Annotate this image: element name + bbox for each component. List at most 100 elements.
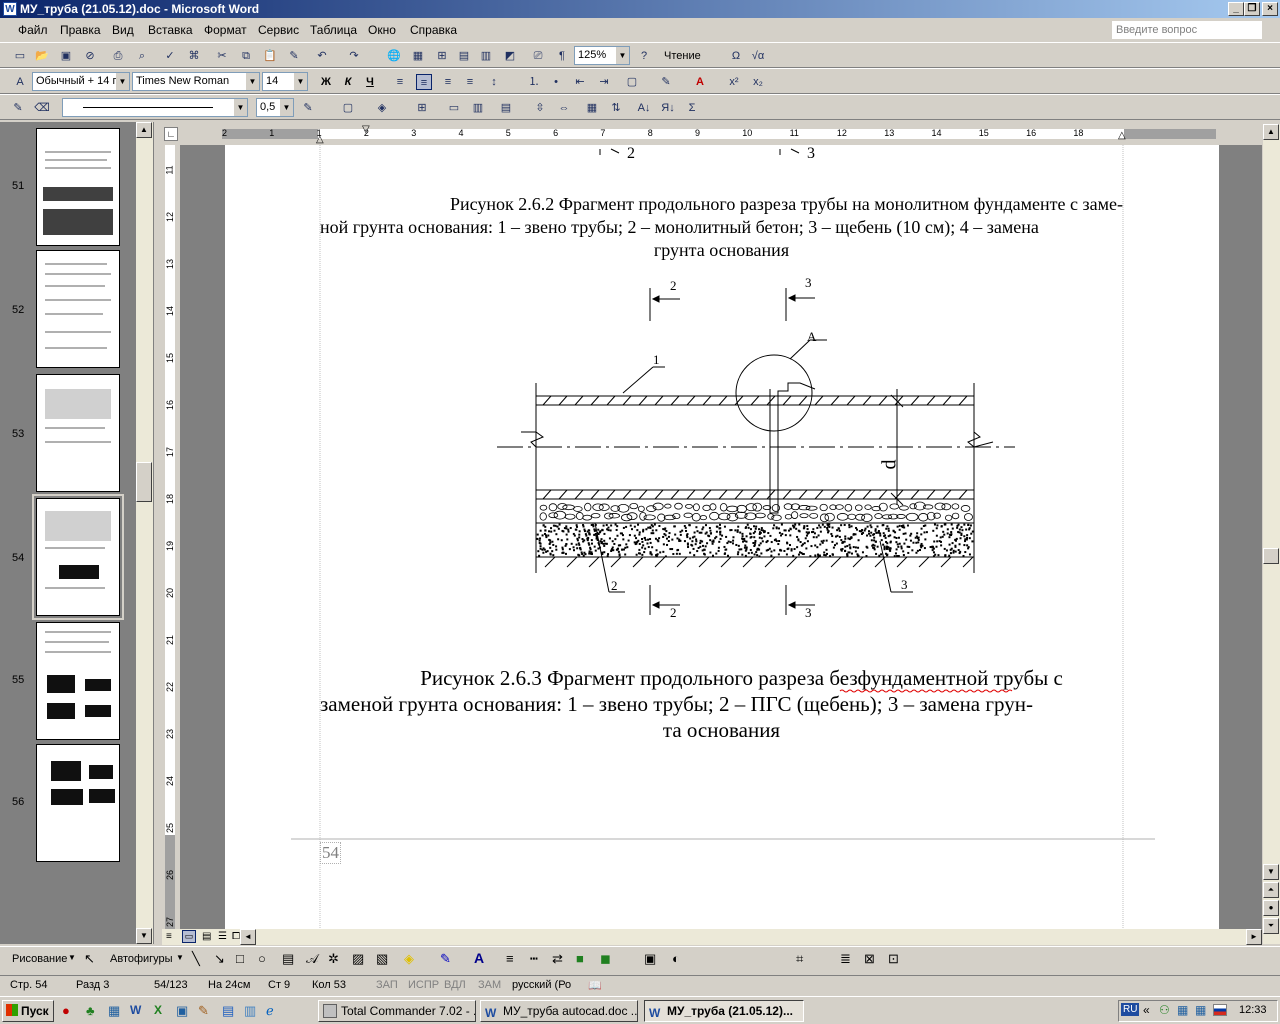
compress-icon[interactable]: ⊠ [864, 951, 875, 967]
print-icon[interactable]: ⎙ [110, 48, 126, 64]
menu-edit[interactable]: Правка [60, 23, 101, 37]
drawing-menu-button[interactable]: Рисование [12, 953, 67, 965]
omega-symbol-icon[interactable]: Ω [728, 48, 744, 64]
line-style-combo[interactable]: ▼ [62, 98, 248, 117]
print-preview-icon[interactable]: ⌕ [134, 48, 150, 64]
format-painter-icon[interactable]: ✎ [286, 48, 302, 64]
oval-icon[interactable]: ○ [258, 951, 266, 966]
menu-table[interactable]: Таблица [310, 23, 357, 37]
task-word-autocad[interactable]: W МУ_труба autocad.doc ... [480, 1000, 638, 1022]
menu-view[interactable]: Вид [112, 23, 134, 37]
normal-view-icon[interactable]: ≡ [166, 931, 172, 942]
arrow-icon[interactable]: ↘ [214, 951, 225, 967]
font-color-icon[interactable]: A [474, 950, 484, 966]
line-icon[interactable]: ╲ [192, 951, 200, 967]
insert-excel-icon[interactable]: ▤ [456, 48, 472, 64]
font-combo[interactable]: Times New Roman ▼ [132, 72, 260, 91]
menu-file[interactable]: Файл [18, 23, 48, 37]
equation-icon[interactable]: √α [750, 48, 766, 64]
shading-color-icon[interactable]: ◈ [374, 100, 390, 116]
tables-borders-icon[interactable]: ▦ [410, 48, 426, 64]
menu-tools[interactable]: Сервис [258, 23, 299, 37]
quicklaunch-icon[interactable]: ✎ [198, 1003, 209, 1019]
task-total-commander[interactable]: Total Commander 7.02 - ... [318, 1000, 476, 1022]
line-style-icon[interactable]: ≡ [506, 951, 514, 966]
italic-button[interactable]: К [340, 74, 356, 90]
textbox-icon[interactable]: ▤ [282, 951, 294, 967]
scroll-left-icon[interactable]: ◄ [240, 929, 256, 945]
dash-style-icon[interactable]: ┅ [530, 951, 538, 967]
rectangle-icon[interactable]: □ [236, 951, 244, 966]
thumbnail-page-54[interactable] [32, 494, 124, 620]
thumbnail-page-56[interactable] [36, 744, 120, 862]
line-weight-icon[interactable]: ≣ [840, 951, 851, 967]
document-page[interactable]: 2 3 Рисунок 2.6.2 Фрагмент продольного р… [225, 145, 1219, 930]
language-indicator[interactable]: RU [1121, 1003, 1140, 1016]
scroll-thumb[interactable] [1263, 548, 1279, 564]
copy-icon[interactable]: ⧉ [238, 48, 254, 64]
vertical-scrollbar[interactable]: ▲ ▼ ⏶ ● ⏷ [1263, 124, 1280, 944]
outline-view-icon[interactable]: ☰ [218, 931, 227, 942]
menu-format[interactable]: Формат [204, 23, 247, 37]
styles-pane-icon[interactable]: A [12, 74, 28, 90]
previous-page-icon[interactable]: ⏶ [1263, 882, 1279, 898]
status-track-changes[interactable]: ИСПР [408, 979, 439, 991]
ask-question-input[interactable]: Введите вопрос [1112, 21, 1262, 39]
spelling-icon[interactable]: ✓ [162, 48, 178, 64]
align-right-icon[interactable]: ≡ [440, 74, 456, 90]
menu-help[interactable]: Справка [410, 23, 457, 37]
undo-icon[interactable]: ↶ [314, 48, 330, 64]
chevron-down-icon[interactable]: ▼ [616, 47, 629, 64]
status-extend[interactable]: ВДЛ [444, 979, 466, 991]
borders-icon[interactable]: ▢ [624, 74, 640, 90]
align-cell-icon[interactable]: ▤ [498, 100, 514, 116]
scroll-down-icon[interactable]: ▼ [136, 928, 152, 944]
eraser-icon[interactable]: ⌫ [34, 100, 50, 116]
chevron-down-icon[interactable]: ▼ [176, 953, 184, 962]
decrease-indent-icon[interactable]: ⇤ [572, 74, 588, 90]
quicklaunch-icon[interactable]: ℯ [266, 1003, 274, 1019]
crop-icon[interactable]: ⌗ [796, 951, 803, 967]
first-line-indent-icon[interactable]: ▽ [362, 124, 370, 135]
increase-indent-icon[interactable]: ⇥ [596, 74, 612, 90]
cut-icon[interactable]: ✂ [214, 48, 230, 64]
picture-icon[interactable]: ▧ [376, 951, 388, 967]
insert-table-icon[interactable]: ⊞ [414, 100, 430, 116]
shadow-style-icon[interactable]: ■ [576, 951, 584, 966]
insert-table-icon[interactable]: ⊞ [434, 48, 450, 64]
picture-tool-icon[interactable]: ▣ [644, 951, 656, 967]
restore-button[interactable]: ❐ [1244, 2, 1260, 16]
split-cells-icon[interactable]: ▥ [470, 100, 486, 116]
tray-app-icon[interactable]: ⚇ [1159, 1003, 1170, 1017]
distribute-columns-icon[interactable]: ⇔ [556, 100, 572, 116]
align-left-icon[interactable]: ≡ [392, 74, 408, 90]
bullets-icon[interactable]: • [548, 74, 564, 90]
tray-expand-icon[interactable]: « [1143, 1003, 1150, 1017]
research-icon[interactable]: ⌘ [186, 48, 202, 64]
save-icon[interactable]: ▣ [58, 48, 74, 64]
reading-view-icon[interactable]: ⧠ [232, 931, 240, 942]
font-size-combo[interactable]: 14 ▼ [262, 72, 308, 91]
word-quicklaunch-icon[interactable]: W [130, 1003, 141, 1017]
spelling-status-icon[interactable]: 📖 [588, 979, 602, 992]
hyperlink-icon[interactable]: 🌐 [386, 48, 402, 64]
line-spacing-icon[interactable]: ↕ [486, 74, 502, 90]
chevron-down-icon[interactable]: ▼ [280, 99, 293, 116]
horizontal-ruler[interactable]: ∟ 2 1 1 2 3 4 5 6 7 8 9 10 11 12 13 14 15 16 18 ▽ △ △ [162, 124, 1262, 145]
scroll-down-icon[interactable]: ▼ [1263, 864, 1279, 880]
minimize-button[interactable]: _ [1228, 2, 1244, 16]
quicklaunch-icon[interactable]: ▥ [244, 1003, 256, 1019]
russia-flag-icon[interactable] [1213, 1004, 1227, 1016]
contrast-icon[interactable]: ◐ [672, 951, 680, 966]
status-overtype[interactable]: ЗАМ [478, 979, 501, 991]
drawing-toggle-icon[interactable]: ◩ [502, 48, 518, 64]
horizontal-scrollbar[interactable]: ≡ ▭ ▤ ☰ ⧠ ◄ ► [162, 929, 1262, 945]
redo-icon[interactable]: ↷ [346, 48, 362, 64]
clipart-icon[interactable]: ▨ [352, 951, 364, 967]
tab-selector-icon[interactable]: ∟ [164, 127, 178, 141]
thumbnail-page-53[interactable] [36, 374, 120, 492]
chevron-down-icon[interactable]: ▼ [68, 953, 76, 962]
left-indent-icon[interactable]: △ [316, 134, 324, 145]
sort-ascending-icon[interactable]: A↓ [636, 100, 652, 116]
chevron-down-icon[interactable]: ▼ [116, 73, 129, 90]
